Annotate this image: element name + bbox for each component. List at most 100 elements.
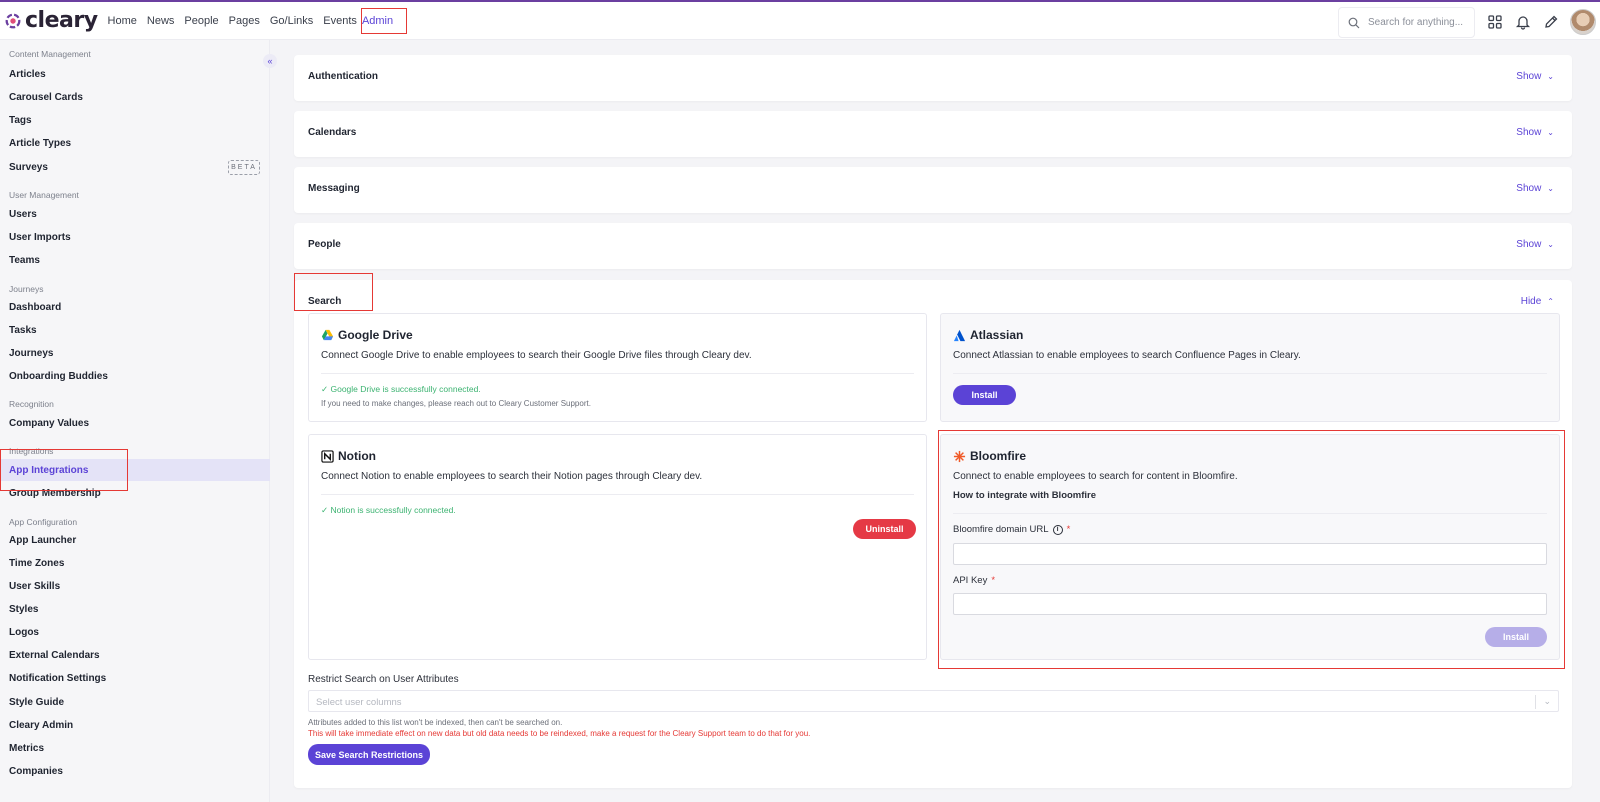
cleary-logo[interactable]: cleary	[4, 2, 98, 40]
show-toggle[interactable]: Show ⌄	[1516, 239, 1554, 250]
apps-grid-icon[interactable]	[1487, 14, 1503, 30]
restrict-label: Restrict Search on User Attributes	[308, 674, 459, 685]
sidebar-item-group-membership[interactable]: Group Membership	[0, 482, 270, 504]
toggle-label: Hide	[1520, 296, 1542, 307]
bloomfire-install-button[interactable]: Install	[1485, 627, 1547, 647]
sidebar-item-carousel-cards[interactable]: Carousel Cards	[0, 86, 270, 108]
connected-status: ✓ Google Drive is successfully connected…	[321, 384, 481, 394]
divider	[953, 513, 1547, 514]
sidebar-item-teams[interactable]: Teams	[0, 249, 270, 271]
sidebar-item-style-guide[interactable]: Style Guide	[0, 691, 270, 713]
save-search-restrictions-button[interactable]: Save Search Restrictions	[308, 744, 430, 765]
sidebar-item-app-integrations[interactable]: App Integrations	[0, 459, 270, 481]
sidebar-item-styles[interactable]: Styles	[0, 598, 270, 620]
section-title: Messaging	[308, 183, 360, 194]
section-title: Authentication	[308, 71, 378, 82]
required-mark: *	[991, 575, 996, 586]
integration-description: Connect to enable employees to search fo…	[953, 471, 1238, 482]
search-input[interactable]	[1368, 17, 1468, 28]
sidebar-item-users[interactable]: Users	[0, 203, 270, 225]
nav-news[interactable]: News	[147, 15, 175, 27]
sidebar-item-external-calendars[interactable]: External Calendars	[0, 644, 270, 666]
api-key-label-text: API Key	[953, 575, 988, 586]
admin-sidebar: « Content Management Articles Carousel C…	[0, 40, 277, 802]
sidebar-item-logos[interactable]: Logos	[0, 621, 270, 643]
sidebar-item-companies[interactable]: Companies	[0, 760, 270, 782]
integration-name: Google Drive	[338, 328, 413, 342]
sidebar-item-notification-settings[interactable]: Notification Settings	[0, 667, 270, 689]
select-placeholder: Select user columns	[316, 697, 402, 708]
chevron-down-icon: ⌄	[1547, 72, 1554, 81]
nav-golinks[interactable]: Go/Links	[270, 15, 313, 27]
select-divider	[1535, 695, 1536, 709]
toggle-label: Show	[1516, 71, 1542, 82]
sidebar-item-metrics[interactable]: Metrics	[0, 737, 270, 759]
notion-uninstall-button[interactable]: Uninstall	[853, 519, 916, 539]
divider	[321, 373, 914, 374]
required-mark: *	[1066, 524, 1071, 535]
sidebar-item-tags[interactable]: Tags	[0, 109, 270, 131]
sidebar-item-time-zones[interactable]: Time Zones	[0, 552, 270, 574]
sidebar-item-app-launcher[interactable]: App Launcher	[0, 529, 270, 551]
notion-icon	[321, 449, 334, 463]
user-avatar[interactable]	[1570, 9, 1596, 35]
atlassian-icon	[953, 329, 966, 341]
integration-description: Connect Google Drive to enable employees…	[321, 350, 752, 361]
sidebar-item-user-imports[interactable]: User Imports	[0, 226, 270, 248]
integration-header: Bloomfire	[953, 449, 1026, 463]
logo-text: cleary	[25, 8, 98, 33]
section-people[interactable]: People Show ⌄	[294, 223, 1572, 269]
section-messaging[interactable]: Messaging Show ⌄	[294, 167, 1572, 213]
domain-url-input[interactable]	[953, 543, 1547, 565]
bell-icon[interactable]	[1515, 14, 1531, 30]
api-key-input[interactable]	[953, 593, 1547, 615]
chevron-down-icon[interactable]: ⌄	[1543, 696, 1551, 707]
toggle-label: Show	[1516, 239, 1542, 250]
divider	[953, 373, 1547, 374]
section-content-management: Content Management	[9, 49, 91, 59]
nav-home[interactable]: Home	[108, 15, 137, 27]
edit-pencil-icon[interactable]	[1543, 14, 1559, 30]
nav-people[interactable]: People	[184, 15, 218, 27]
beta-badge: BETA	[228, 160, 260, 175]
sidebar-item-dashboard[interactable]: Dashboard	[0, 296, 270, 318]
bloomfire-icon	[953, 450, 966, 462]
divider	[321, 494, 914, 495]
integration-card-bloomfire: Bloomfire Connect to enable employees to…	[940, 434, 1560, 660]
restrict-warning: This will take immediate effect on new d…	[308, 729, 811, 738]
info-icon[interactable]: i	[1052, 524, 1063, 535]
sidebar-item-article-types[interactable]: Article Types	[0, 132, 270, 154]
sidebar-item-journeys[interactable]: Journeys	[0, 342, 270, 364]
api-key-label: API Key *	[953, 575, 995, 586]
global-search[interactable]	[1338, 7, 1475, 38]
hide-toggle[interactable]: Hide ⌃	[1521, 296, 1554, 307]
show-toggle[interactable]: Show ⌄	[1516, 127, 1554, 138]
howto-link[interactable]: How to integrate with Bloomfire	[953, 490, 1096, 501]
toggle-label: Show	[1516, 127, 1542, 138]
domain-url-label-text: Bloomfire domain URL	[953, 524, 1049, 535]
show-toggle[interactable]: Show ⌄	[1516, 71, 1554, 82]
sidebar-item-articles[interactable]: Articles	[0, 63, 270, 85]
section-authentication[interactable]: Authentication Show ⌄	[294, 55, 1572, 101]
nav-admin[interactable]: Admin	[360, 7, 408, 34]
top-bar: cleary Home News People Pages Go/Links E…	[0, 0, 1600, 40]
search-icon	[1348, 17, 1360, 28]
nav-pages[interactable]: Pages	[229, 15, 260, 27]
sidebar-item-tasks[interactable]: Tasks	[0, 319, 270, 341]
section-recognition: Recognition	[9, 399, 54, 409]
nav-admin-label: Admin	[361, 14, 394, 27]
user-columns-select[interactable]: Select user columns ⌄	[308, 690, 1559, 712]
chevron-down-icon: ⌄	[1547, 240, 1554, 249]
chevron-down-icon: ⌄	[1547, 128, 1554, 137]
sidebar-item-company-values[interactable]: Company Values	[0, 412, 270, 434]
sidebar-item-onboarding-buddies[interactable]: Onboarding Buddies	[0, 365, 270, 387]
show-toggle[interactable]: Show ⌄	[1516, 183, 1554, 194]
integration-description: Connect Notion to enable employees to se…	[321, 471, 703, 482]
nav-events[interactable]: Events	[323, 15, 357, 27]
integration-header: Google Drive	[321, 328, 413, 342]
section-calendars[interactable]: Calendars Show ⌄	[294, 111, 1572, 157]
sidebar-item-cleary-admin[interactable]: Cleary Admin	[0, 714, 270, 736]
section-user-management: User Management	[9, 190, 79, 200]
atlassian-install-button[interactable]: Install	[953, 385, 1016, 405]
sidebar-item-user-skills[interactable]: User Skills	[0, 575, 270, 597]
